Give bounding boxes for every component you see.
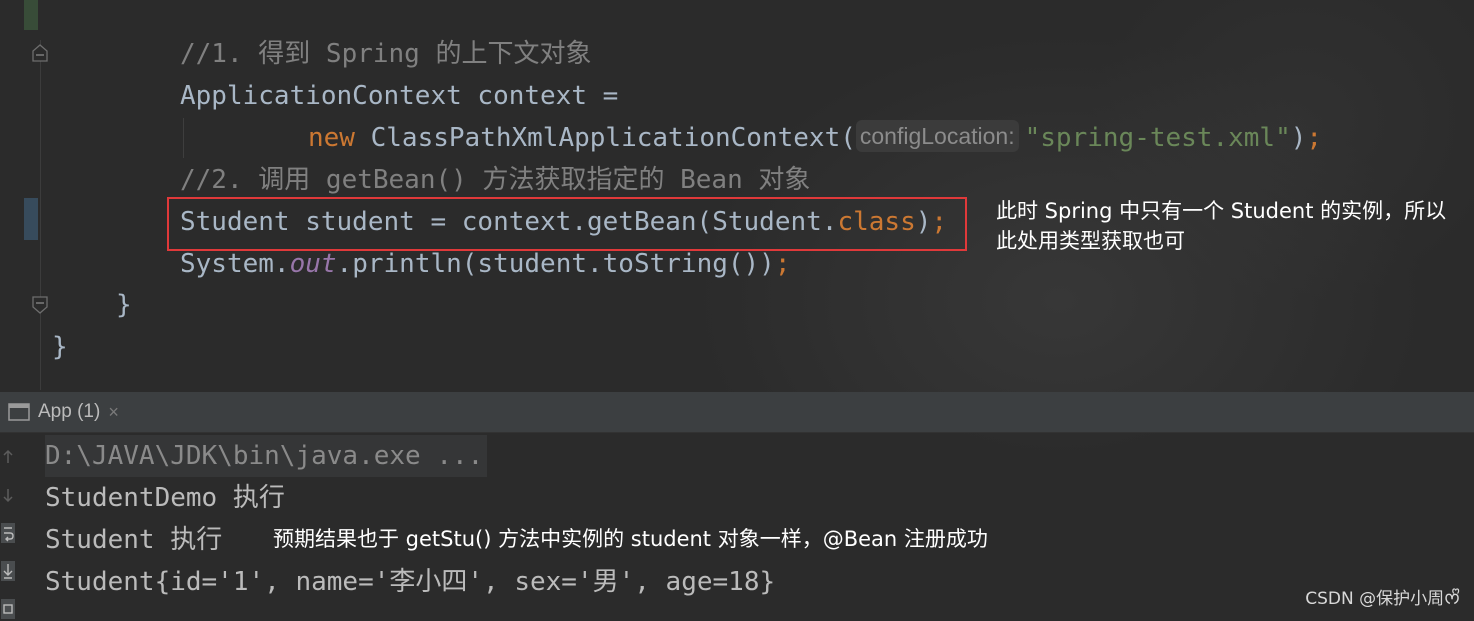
down-arrow-icon[interactable] [0, 481, 16, 509]
indent-guide [183, 118, 184, 158]
code-line: ApplicationContext context = [180, 81, 619, 111]
watermark: CSDN @保护小周ᰔᩚ [1305, 589, 1460, 609]
soft-wrap-icon[interactable] [0, 519, 16, 547]
change-marker [24, 0, 38, 30]
class-name: ClassPathXmlApplicationContext( [370, 123, 856, 153]
change-marker [24, 198, 38, 240]
closing-brace: } [52, 332, 68, 362]
run-tab[interactable]: App (1) × [8, 392, 119, 432]
console-output-line: Student{id='1', name='李小四', sex='男', age… [45, 567, 776, 597]
console-output[interactable]: D:\JAVA\JDK\bin\java.exe ... StudentDemo… [0, 433, 1474, 621]
fold-icon[interactable] [32, 44, 48, 62]
run-tab-label: App (1) [38, 401, 101, 422]
console-command-line: D:\JAVA\JDK\bin\java.exe ... [45, 435, 488, 477]
closing-brace: } [116, 290, 132, 320]
fold-icon[interactable] [32, 296, 48, 314]
print-icon[interactable] [0, 595, 16, 621]
code-text: .println(student.toString()) [336, 249, 775, 279]
code-line: new ClassPathXmlApplicationContext(confi… [308, 117, 1322, 159]
editor-annotation: 此时 Spring 中只有一个 Student 的实例，所以 此处用类型获取也可 [996, 199, 1447, 253]
semicolon: ; [774, 249, 791, 279]
console-annotation: 预期结果也于 getStu() 方法中实例的 student 对象一样，@Bea… [273, 527, 988, 551]
up-arrow-icon[interactable] [0, 443, 16, 471]
ide-window: //1. 得到 Spring 的上下文对象 ApplicationContext… [0, 0, 1474, 621]
close-paren: ) [1290, 123, 1307, 153]
close-icon[interactable]: × [108, 402, 119, 423]
code-comment: //2. 调用 getBean() 方法获取指定的 Bean 对象 [180, 165, 811, 195]
parameter-hint: configLocation: [855, 120, 1019, 152]
string-literal: "spring-test.xml" [1024, 123, 1291, 153]
fold-guide [40, 40, 41, 390]
keyword-new: new [308, 123, 355, 153]
static-field: out [289, 249, 337, 279]
code-text: System. [180, 249, 290, 279]
console-output-line: Student 执行 [45, 525, 223, 555]
run-panel-header: App (1) × [0, 392, 1474, 433]
console-output-line: StudentDemo 执行 [45, 483, 285, 513]
code-editor[interactable]: //1. 得到 Spring 的上下文对象 ApplicationContext… [0, 0, 1474, 392]
console-window-icon [8, 403, 30, 421]
semicolon: ; [1306, 123, 1323, 153]
code-comment: //1. 得到 Spring 的上下文对象 [180, 39, 592, 69]
highlight-box [167, 197, 967, 251]
scroll-to-end-icon[interactable] [0, 557, 16, 585]
